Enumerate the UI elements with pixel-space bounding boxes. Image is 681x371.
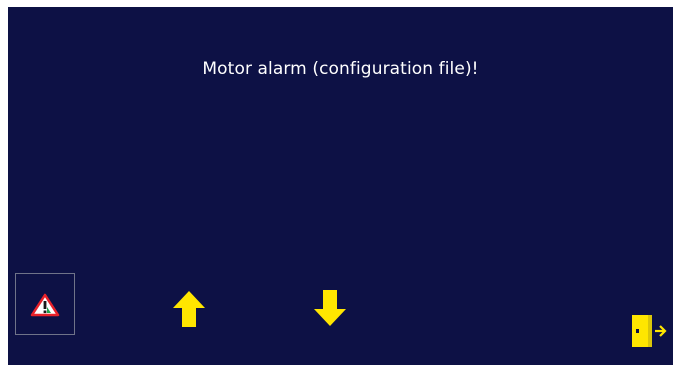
exit-door-icon [632, 315, 667, 347]
scroll-up-button[interactable] [172, 290, 206, 331]
alarm-screen: Motor alarm (configuration file)! [8, 7, 673, 365]
exit-button[interactable] [630, 313, 668, 352]
scroll-down-button[interactable] [313, 289, 347, 330]
alarm-list-button[interactable] [15, 273, 75, 335]
arrow-down-icon [314, 290, 346, 326]
alarm-message: Motor alarm (configuration file)! [202, 59, 479, 79]
warning-triangle-icon [30, 293, 60, 317]
arrow-up-icon [173, 291, 205, 327]
